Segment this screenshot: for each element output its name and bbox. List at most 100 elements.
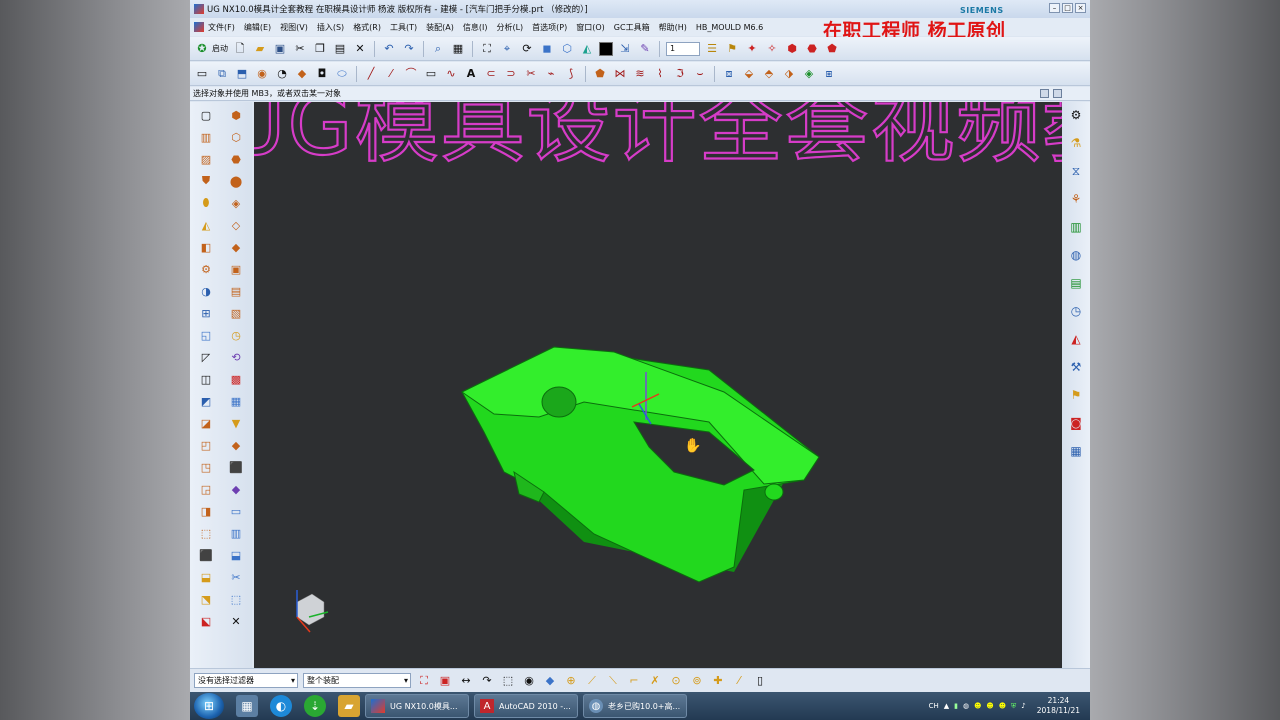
offset-face-icon[interactable]: ⬘ [761, 66, 777, 82]
extrude-feature-icon[interactable]: ▥ [197, 128, 215, 146]
download-icon[interactable]: ⇣ [304, 695, 326, 717]
fit-view-icon[interactable]: ⛶ [479, 41, 495, 57]
sub-insert-icon[interactable]: ▧ [227, 304, 245, 322]
point-snap-icon[interactable]: ✧ [764, 41, 780, 57]
curve-icon[interactable]: ⁄ [383, 66, 399, 82]
menu-window[interactable]: 窗口(O) [576, 22, 605, 33]
trim-body-icon[interactable]: ◩ [197, 392, 215, 410]
menu-information[interactable]: 信息(I) [463, 22, 488, 33]
menu-gc-toolbox[interactable]: GC工具箱 [614, 22, 650, 33]
snap-point-icon[interactable]: ⊕ [563, 673, 579, 689]
calculator-icon[interactable]: ▦ [236, 695, 258, 717]
standard-parts-icon[interactable]: ◆ [227, 238, 245, 256]
task-ug-nx[interactable]: UG NX10.0模具... [365, 694, 469, 718]
face-color-icon[interactable]: ◈ [801, 66, 817, 82]
parting-tools-icon[interactable]: ◈ [227, 194, 245, 212]
start-button-label[interactable]: 启动 [212, 43, 228, 54]
browser-icon[interactable]: ◐ [270, 695, 292, 717]
zoom-icon[interactable]: ⌖ [499, 41, 515, 57]
assembly-navigator-icon[interactable]: ⚗ [1067, 134, 1085, 152]
snap-control-icon[interactable]: ⌐ [626, 673, 642, 689]
refresh-icon[interactable]: ⟲ [227, 348, 245, 366]
edge-blend-icon[interactable]: ⌣ [692, 66, 708, 82]
menu-help[interactable]: 帮助(H) [659, 22, 687, 33]
menu-insert[interactable]: 插入(S) [317, 22, 344, 33]
nx-menu-icon[interactable] [194, 22, 204, 32]
snap-existing-point-icon[interactable]: ✚ [710, 673, 726, 689]
reuse-library-icon[interactable]: ▥ [1067, 218, 1085, 236]
analysis-icon[interactable]: ⧆ [821, 66, 837, 82]
menu-preferences[interactable]: 首选项(P) [532, 22, 567, 33]
start-icon[interactable]: ✪ [194, 41, 210, 57]
layer-visibility-icon[interactable]: ⚑ [724, 41, 740, 57]
delete-face-icon[interactable]: ◰ [197, 436, 215, 454]
offset-curve-icon[interactable]: ⊂ [483, 66, 499, 82]
new-file-icon[interactable]: 🗋 [232, 41, 248, 57]
color-swatch[interactable] [599, 41, 613, 56]
section-view-icon[interactable]: ◭ [579, 41, 595, 57]
runner-icon[interactable]: ◆ [227, 436, 245, 454]
language-indicator[interactable]: CH [929, 702, 939, 710]
manufacturing-wizard-icon[interactable]: ⚑ [1067, 386, 1085, 404]
resize-face-icon[interactable]: ◲ [197, 480, 215, 498]
ejector-pin-icon[interactable]: ▣ [227, 260, 245, 278]
layout-icon[interactable]: ⬣ [227, 150, 245, 168]
settings-gear-icon[interactable]: ⚙ [1067, 106, 1085, 124]
filter-icon[interactable]: ⬟ [824, 41, 840, 57]
shield-icon[interactable]: ⛊ [197, 172, 215, 190]
replace-icon[interactable]: ◨ [197, 502, 215, 520]
system-materials-icon[interactable]: ◭ [1067, 330, 1085, 348]
offset-region-icon[interactable]: ◪ [197, 414, 215, 432]
battery-icon[interactable]: ▮ [954, 702, 958, 710]
close-button[interactable]: × [1075, 3, 1086, 13]
qq-icon[interactable]: ☻ [986, 702, 993, 710]
cone-icon[interactable]: ◭ [197, 216, 215, 234]
family-mold-icon[interactable]: ⬤ [227, 172, 245, 190]
shaded-cube-icon[interactable]: ◼ [539, 41, 555, 57]
project-curve-icon[interactable]: ⊃ [503, 66, 519, 82]
datum-plane-icon[interactable]: ⧉ [214, 66, 230, 82]
snap-settings-icon[interactable]: ✦ [744, 41, 760, 57]
menu-edit[interactable]: 编辑(E) [244, 22, 271, 33]
eye-icon[interactable]: ◉ [521, 673, 537, 689]
role-icon[interactable]: ◙ [1067, 414, 1085, 432]
menu-analysis[interactable]: 分析(L) [496, 22, 523, 33]
text-icon[interactable]: A [463, 66, 479, 82]
drawing-icon[interactable]: ▥ [227, 524, 245, 542]
mold-base-icon[interactable]: ◇ [227, 216, 245, 234]
menu-assembly[interactable]: 装配(A) [426, 22, 454, 33]
pad-icon[interactable]: ▨ [197, 150, 215, 168]
redo-icon[interactable]: ↷ [401, 41, 417, 57]
boolean-icon[interactable]: ◆ [294, 66, 310, 82]
start-button[interactable]: ⊞ [194, 693, 224, 719]
menu-format[interactable]: 格式(R) [353, 22, 381, 33]
blend-icon[interactable]: ℑ [672, 66, 688, 82]
chamfer-icon[interactable]: ◸ [197, 348, 215, 366]
history-clock-icon[interactable]: ◷ [1067, 302, 1085, 320]
bridge-icon[interactable]: ⌇ [652, 66, 668, 82]
line-icon[interactable]: ╱ [363, 66, 379, 82]
reset-filter-icon[interactable]: ↔ [458, 673, 474, 689]
through-curves-icon[interactable]: ⋈ [612, 66, 628, 82]
surface-icon[interactable]: ⬟ [592, 66, 608, 82]
quick-pick-icon[interactable]: ⬣ [804, 41, 820, 57]
menu-hb-mould[interactable]: HB_MOULD M6.6 [696, 23, 763, 32]
arc-icon[interactable]: ⌒ [403, 66, 419, 82]
web-browser-icon[interactable]: ◍ [1067, 246, 1085, 264]
extrude-icon[interactable]: ⬒ [234, 66, 250, 82]
cavity-icon[interactable]: ⬕ [197, 612, 215, 630]
qq-icon[interactable]: ☻ [999, 702, 1006, 710]
save-icon[interactable]: ▣ [272, 41, 288, 57]
clock-icon[interactable]: ◷ [227, 326, 245, 344]
task-autocad[interactable]: A AutoCAD 2010 -... [474, 694, 578, 718]
bom-icon[interactable]: ▭ [227, 502, 245, 520]
menu-view[interactable]: 视图(V) [280, 22, 308, 33]
cue-display-toggle-icon[interactable] [1040, 89, 1049, 98]
replace-face-icon[interactable]: ⬙ [741, 66, 757, 82]
mirror-body-icon[interactable]: ◑ [197, 282, 215, 300]
split-body-icon[interactable]: ◫ [197, 370, 215, 388]
delete-icon[interactable]: ✕ [352, 41, 368, 57]
new-sketch-icon[interactable]: ▢ [197, 106, 215, 124]
cooling-icon[interactable]: ▦ [227, 392, 245, 410]
cut-icon[interactable]: ✂ [292, 41, 308, 57]
